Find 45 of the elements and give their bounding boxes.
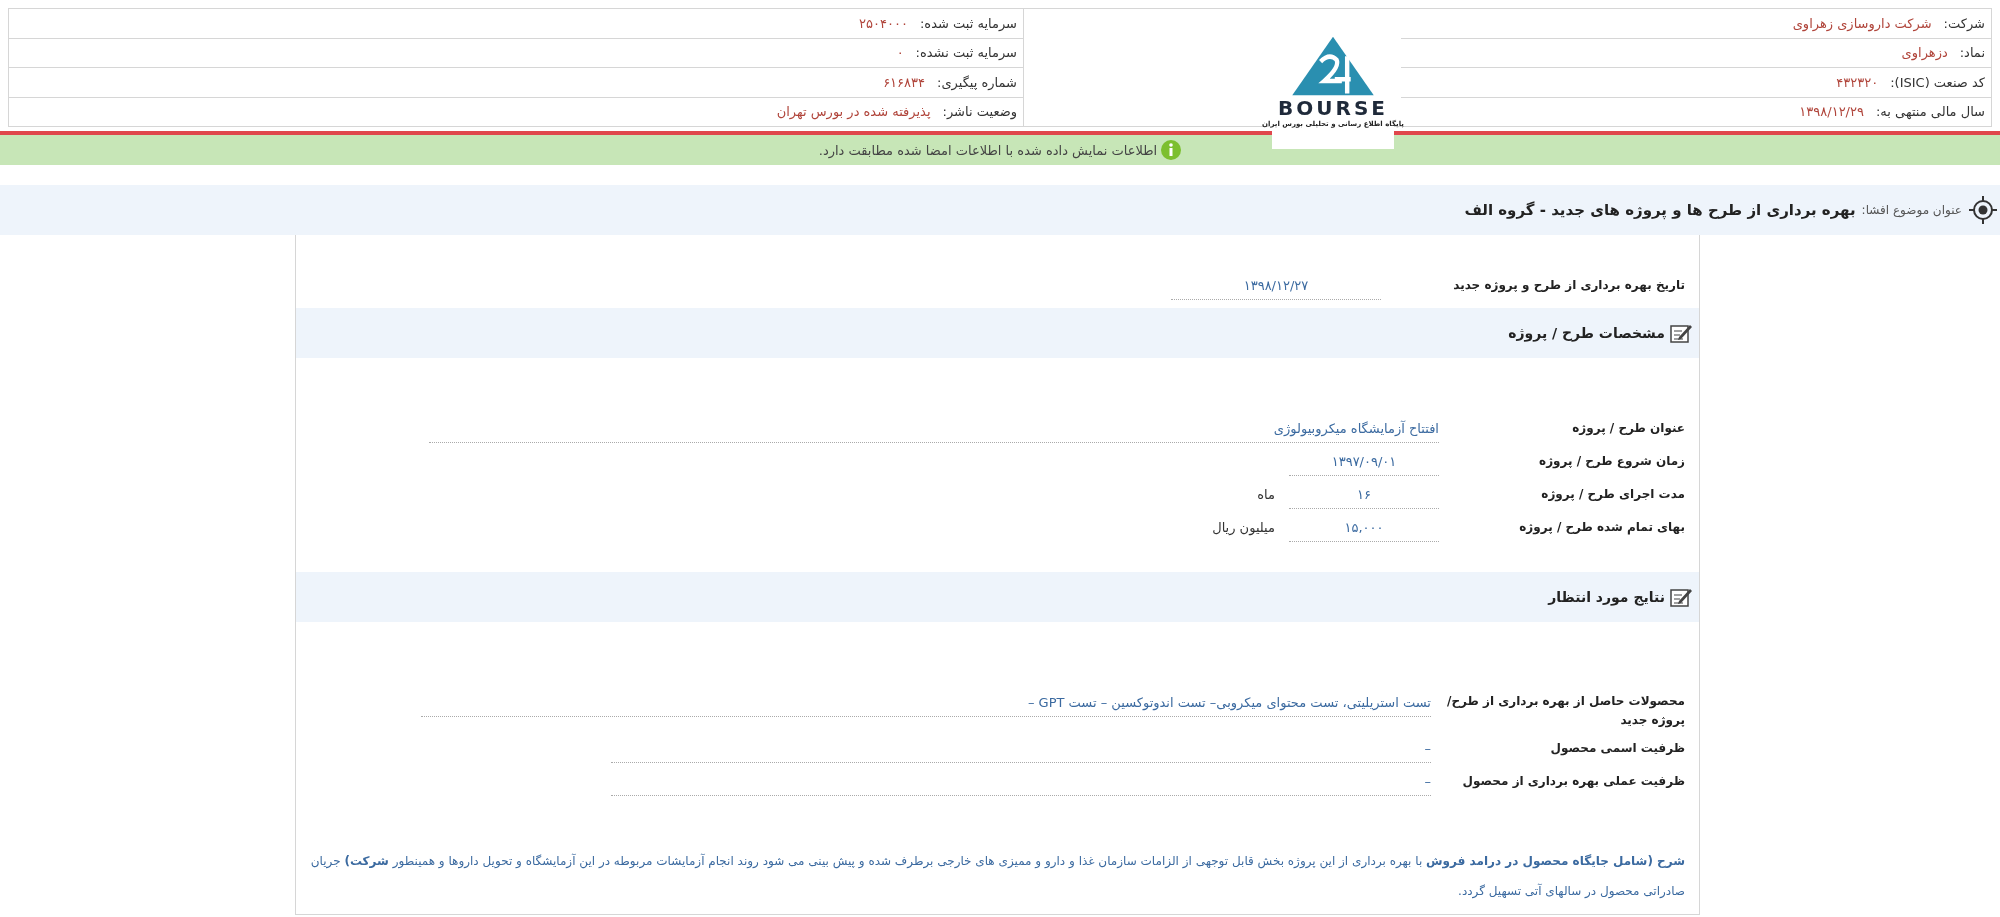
field-value: ۱۳۹۸/۱۲/۲۷ (1171, 275, 1381, 300)
field-label: ظرفیت عملی بهره برداری از محصول (1461, 773, 1685, 791)
field-value: پذیرفته شده در بورس تهران (776, 104, 931, 120)
description-text: شرح (شامل جایگاه محصول در درامد فروش با بهره برداری از این پروژه بخش قابل توجهی از الزامات سازمان غذا و دارو و ممیزی های خارجی برطرف شده و پیش بینی می شود روند انجام آزمایشات مربوطه در این آزمایشگاه و تحویل داروها و همینطور شرکت) جریان صادراتی محصول در سالهای آتی تسهیل گردد. (310, 852, 1685, 901)
field-value: شرکت داروسازی زهراوی (1792, 15, 1932, 31)
field-value: ۲۵۰۴۰۰۰ (859, 15, 908, 31)
field-value: ۴۳۲۳۲۰ (1836, 74, 1879, 90)
field-value: ۶۱۶۸۳۴ (883, 74, 926, 90)
unit-label: میلیون ریال (1212, 519, 1275, 538)
field-value: ۱۶ (1289, 484, 1439, 509)
target-icon (1968, 195, 1998, 225)
field-value: ۱۳۹۷/۰۹/۰۱ (1289, 451, 1439, 476)
field-label: عنوان طرح / پروژه (1571, 420, 1685, 438)
field-value: ۰ (896, 45, 904, 61)
field-label: زمان شروع طرح / پروژه (1538, 453, 1685, 471)
unit-label: ماه (1257, 486, 1275, 504)
field-label: کد صنعت (ISIC): (1890, 74, 1985, 90)
section-title: نتایج مورد انتظار (1548, 589, 1665, 605)
disclosure-label: عنوان موضوع افشا: (1861, 203, 1962, 217)
field-label: ظرفیت اسمی محصول (1549, 740, 1685, 758)
field-value: – (611, 771, 1431, 796)
field-label: سرمایه ثبت شده: (919, 15, 1017, 31)
field-label: مدت اجرای طرح / پروژه (1540, 486, 1685, 504)
field-label: بهای تمام شده طرح / پروژه (1518, 519, 1685, 537)
info-icon (1161, 140, 1182, 160)
logo-wordmark: BOURSE (1278, 97, 1388, 119)
field-label: وضعیت ناشر: (942, 104, 1017, 120)
field-label: شرکت: (1943, 15, 1985, 31)
field-label: سال مالی منتهی به: (1875, 104, 1985, 120)
edit-note-icon (1669, 322, 1693, 344)
field-value: ۱۳۹۸/۱۲/۲۹ (1799, 104, 1864, 120)
field-label: نماد: (1959, 45, 1985, 61)
section-title: مشخصات طرح / پروژه (1508, 325, 1665, 341)
field-value: دزهراوی (1901, 45, 1948, 61)
field-label: محصولات حاصل از بهره برداری از طرح/ پروژه جدید (1446, 693, 1685, 730)
disclosure-title: بهره برداری از طرح ها و پروژه های جدید - گروه الف (1464, 201, 1856, 219)
field-label: سرمایه ثبت نشده: (915, 45, 1017, 61)
field-value: ۱۵,۰۰۰ (1289, 517, 1439, 542)
field-value: – (611, 738, 1431, 763)
notice-text: اطلاعات نمایش داده شده با اطلاعات امضا شده مطابقت دارد. (818, 142, 1158, 158)
field-value: افتتاح آزمایشگاه میکروبیولوژی (429, 418, 1439, 443)
edit-note-icon (1669, 586, 1693, 608)
field-label: تاریخ بهره برداری از طرح و پروژه جدید (1452, 277, 1685, 295)
field-label: شماره پیگیری: (937, 74, 1017, 90)
field-value: تست استریلیتی، تست محتوای میکروبی– تست اندوتوکسین – تست GPT – (421, 692, 1431, 717)
